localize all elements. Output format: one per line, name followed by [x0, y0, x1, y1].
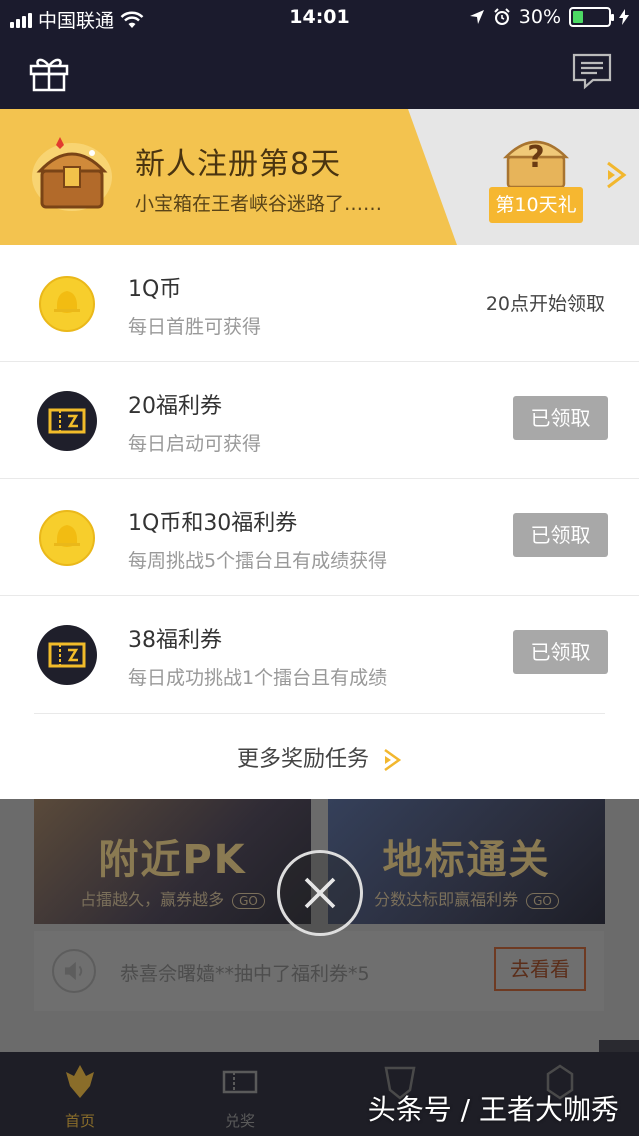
promo-subtitle: 分数达标即赢福利券 GO	[328, 886, 605, 910]
divider	[34, 713, 605, 714]
reward-title: 38福利券	[128, 628, 222, 653]
reward-item: 38福利券 每日成功挑战1个擂台且有成绩 已领取	[0, 596, 639, 713]
reward-desc: 每日成功挑战1个擂台且有成绩	[128, 667, 388, 689]
more-tasks-link[interactable]: 更多奖励任务	[0, 741, 639, 773]
battery-level	[573, 11, 583, 23]
reward-desc: 每日启动可获得	[128, 433, 262, 455]
speaker-icon	[52, 949, 96, 993]
promo-nearby-pk[interactable]: 附近PK 占擂越久，赢券越多 GO	[34, 799, 311, 924]
promo-title: 地标通关	[382, 837, 551, 883]
promo-subtitle-text: 分数达标即赢福利券	[374, 890, 519, 909]
banner-title: 新人注册第8天	[135, 147, 342, 182]
reward-item: 1Q币和30福利券 每周挑战5个擂台且有成绩获得 已领取	[0, 479, 639, 596]
location-icon	[469, 10, 484, 24]
promo-title: 附近PK	[98, 837, 247, 883]
close-icon[interactable]	[277, 850, 363, 936]
promo-landmark[interactable]: 地标通关 分数达标即赢福利券 GO	[328, 799, 605, 924]
more-tasks-label: 更多奖励任务	[236, 747, 369, 772]
claimed-button[interactable]: 已领取	[513, 513, 608, 557]
status-right: 30%	[469, 6, 629, 28]
charging-icon	[619, 9, 629, 25]
banner-subtitle: 小宝箱在王者峡谷迷路了……	[135, 193, 383, 215]
tab-label: 兑奖	[224, 1112, 255, 1130]
go-badge: GO	[232, 893, 265, 909]
alarm-icon	[494, 8, 510, 25]
watermark: 头条号 / 王者大咖秀	[367, 1093, 619, 1126]
qq-coin-icon	[39, 276, 95, 332]
promo-subtitle: 占擂越久，赢券越多 GO	[34, 886, 311, 910]
treasure-chest-icon	[32, 137, 112, 211]
message-icon[interactable]	[571, 52, 613, 90]
reward-title: 1Q币	[128, 277, 182, 302]
mystery-chest-icon: ?	[502, 140, 570, 189]
reward-desc: 每周挑战5个擂台且有成绩获得	[128, 550, 388, 572]
gift-icon[interactable]	[28, 54, 70, 92]
qq-coin-icon	[39, 510, 95, 566]
tab-label: 首页	[64, 1112, 95, 1130]
claimed-button[interactable]: 已领取	[513, 396, 608, 440]
ticket-icon	[37, 625, 97, 685]
reward-item: 20福利券 每日启动可获得 已领取	[0, 362, 639, 479]
app-header	[0, 36, 639, 109]
tab-redeem[interactable]: 兑奖	[200, 1062, 280, 1131]
svg-text:?: ?	[527, 140, 544, 175]
promo-subtitle-text: 占擂越久，赢券越多	[80, 890, 225, 909]
newcomer-banner[interactable]: 新人注册第8天 小宝箱在王者峡谷迷路了…… ? 第10天礼	[0, 109, 639, 245]
day10-reward-badge: 第10天礼	[489, 187, 583, 223]
chevron-right-icon	[384, 748, 402, 772]
go-see-button[interactable]: 去看看	[494, 947, 586, 991]
tab-home[interactable]: 首页	[40, 1062, 120, 1131]
battery-percent: 30%	[518, 6, 561, 28]
reward-item: 1Q币 每日首胜可获得 20点开始领取	[0, 245, 639, 362]
chevron-right-icon[interactable]	[604, 160, 628, 190]
home-icon	[66, 1065, 94, 1098]
reward-list: 1Q币 每日首胜可获得 20点开始领取 20福利券 每日启动可获得 已领取 1Q…	[0, 245, 639, 799]
reward-title: 1Q币和30福利券	[128, 511, 298, 536]
notice-text: 恭喜佘曙嫱**抽中了福利券*5	[120, 963, 370, 985]
battery-icon	[569, 7, 614, 27]
reward-title: 20福利券	[128, 394, 222, 419]
winner-notice: 恭喜佘曙嫱**抽中了福利券*5 去看看	[34, 931, 604, 1011]
ticket-icon	[37, 391, 97, 451]
reward-status: 20点开始领取	[485, 293, 605, 315]
ticket-icon	[222, 1070, 258, 1094]
status-bar: 中国联通 14:01 30%	[0, 0, 639, 36]
claimed-button[interactable]: 已领取	[513, 630, 608, 674]
reward-desc: 每日首胜可获得	[128, 316, 262, 338]
go-badge: GO	[526, 893, 559, 909]
